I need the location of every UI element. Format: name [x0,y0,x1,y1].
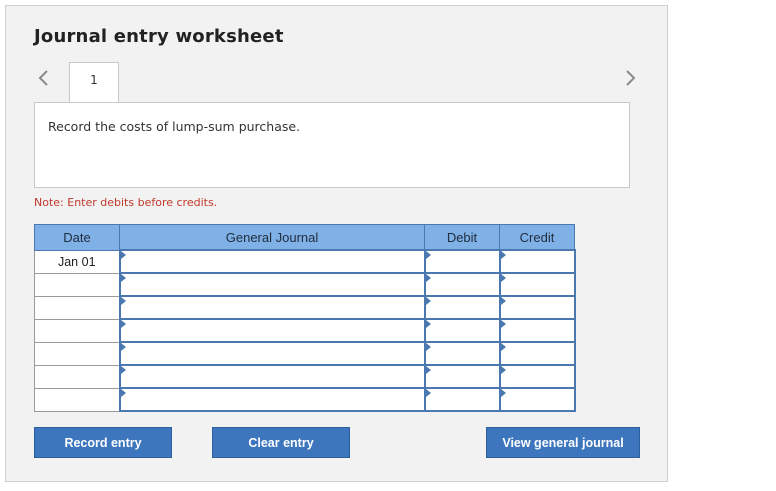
account-input[interactable] [118,249,426,274]
table-row [34,318,576,343]
dropdown-marker-icon [425,389,431,397]
account-input[interactable] [118,364,426,389]
dropdown-marker-icon [500,366,506,374]
debit-input[interactable] [423,295,501,320]
dropdown-marker-icon [500,343,506,351]
tab-entry-1[interactable]: 1 [69,62,119,102]
table-row [34,364,576,389]
dropdown-marker-icon [425,251,431,259]
header-debit: Debit [424,224,500,251]
header-date: Date [34,224,120,251]
dropdown-marker-icon [120,251,126,259]
debit-input[interactable] [423,341,501,366]
debit-input[interactable] [423,364,501,389]
chevron-left-icon[interactable] [36,68,50,88]
table-row [34,341,576,366]
dropdown-marker-icon [425,297,431,305]
debit-input[interactable] [423,272,501,297]
view-general-journal-button[interactable]: View general journal [486,427,640,458]
instruction-text: Record the costs of lump-sum purchase. [48,119,301,134]
account-input[interactable] [118,341,426,366]
table-header-row: Date General Journal Debit Credit [34,224,575,251]
worksheet-title: Journal entry worksheet [34,26,284,47]
credit-input[interactable] [498,318,576,343]
credit-input[interactable] [498,272,576,297]
dropdown-marker-icon [425,343,431,351]
account-input[interactable] [118,272,426,297]
table-row: Jan 01 [34,249,576,274]
date-cell[interactable] [34,318,120,343]
dropdown-marker-icon [425,320,431,328]
credit-input[interactable] [498,387,576,412]
record-entry-button[interactable]: Record entry [34,427,172,458]
dropdown-marker-icon [500,251,506,259]
dropdown-marker-icon [120,366,126,374]
table-row [34,387,576,412]
credit-input[interactable] [498,249,576,274]
dropdown-marker-icon [425,366,431,374]
credit-input[interactable] [498,341,576,366]
debit-input[interactable] [423,318,501,343]
instruction-box: Record the costs of lump-sum purchase. [34,102,630,188]
date-cell[interactable] [34,295,120,320]
dropdown-marker-icon [120,320,126,328]
debit-input[interactable] [423,387,501,412]
dropdown-marker-icon [500,320,506,328]
journal-table: Date General Journal Debit Credit Jan 01 [34,224,576,412]
journal-worksheet-panel: Journal entry worksheet 1 Record the cos… [5,5,668,482]
dropdown-marker-icon [425,274,431,282]
date-cell[interactable]: Jan 01 [34,249,120,274]
account-input[interactable] [118,387,426,412]
clear-entry-button[interactable]: Clear entry [212,427,350,458]
header-general-journal: General Journal [119,224,425,251]
dropdown-marker-icon [120,343,126,351]
date-cell[interactable] [34,364,120,389]
note-text: Note: Enter debits before credits. [34,196,218,209]
debit-input[interactable] [423,249,501,274]
account-input[interactable] [118,318,426,343]
dropdown-marker-icon [120,274,126,282]
credit-input[interactable] [498,364,576,389]
table-row [34,295,576,320]
credit-input[interactable] [498,295,576,320]
table-row [34,272,576,297]
dropdown-marker-icon [500,274,506,282]
dropdown-marker-icon [500,297,506,305]
account-input[interactable] [118,295,426,320]
date-cell[interactable] [34,387,120,412]
chevron-right-icon[interactable] [624,68,638,88]
dropdown-marker-icon [120,297,126,305]
date-cell[interactable] [34,341,120,366]
date-cell[interactable] [34,272,120,297]
header-credit: Credit [499,224,575,251]
dropdown-marker-icon [120,389,126,397]
dropdown-marker-icon [500,389,506,397]
